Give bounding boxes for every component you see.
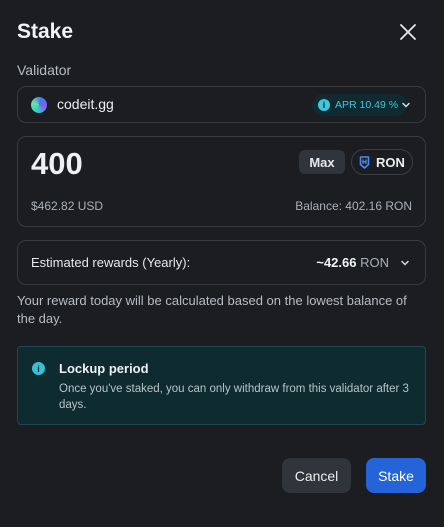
apr-badge: i APR 10.49 % — [312, 94, 408, 116]
amount-input[interactable]: 400 — [31, 146, 83, 182]
lockup-title: Lockup period — [59, 361, 149, 376]
token-selector[interactable]: RON — [351, 149, 413, 175]
lockup-description: Once you've staked, you can only withdra… — [59, 383, 409, 411]
cancel-button[interactable]: Cancel — [282, 458, 351, 493]
lockup-info-box: i Lockup period Once you've staked, you … — [17, 346, 426, 425]
stake-button[interactable]: Stake — [366, 458, 426, 493]
rewards-unit: RON — [360, 255, 389, 270]
validator-logo — [31, 97, 47, 113]
token-label: RON — [376, 154, 405, 170]
modal-title: Stake — [17, 20, 74, 43]
info-icon: i — [32, 362, 45, 375]
rewards-value: ~42.66 — [316, 255, 357, 270]
apr-text: APR 10.49 % — [335, 99, 399, 111]
chevron-down-icon[interactable] — [400, 258, 410, 268]
reward-note: Your reward today will be calculated bas… — [17, 293, 407, 326]
rewards-label: Estimated rewards (Yearly): — [31, 255, 191, 270]
balance-text: Balance: 402.16 RON — [295, 199, 412, 213]
stake-modal: Stake Validator codeit.gg i APR 10.49 % … — [0, 0, 444, 527]
validator-name: codeit.gg — [57, 96, 114, 112]
usd-value: $462.82 USD — [31, 199, 104, 213]
validator-select[interactable]: codeit.gg i APR 10.49 % — [17, 86, 426, 123]
amount-input-box: 400 Max RON $462.82 USD Balance: 402.16 … — [17, 136, 426, 227]
estimated-rewards-row[interactable]: Estimated rewards (Yearly): ~42.66 RON — [17, 240, 426, 285]
chevron-down-icon[interactable] — [401, 100, 411, 110]
max-button[interactable]: Max — [299, 150, 345, 174]
validator-label: Validator — [17, 62, 72, 78]
info-icon: i — [318, 99, 330, 111]
ronin-token-icon — [359, 155, 370, 169]
close-icon[interactable] — [396, 20, 420, 44]
rewards-amount: ~42.66 RON — [316, 255, 389, 270]
